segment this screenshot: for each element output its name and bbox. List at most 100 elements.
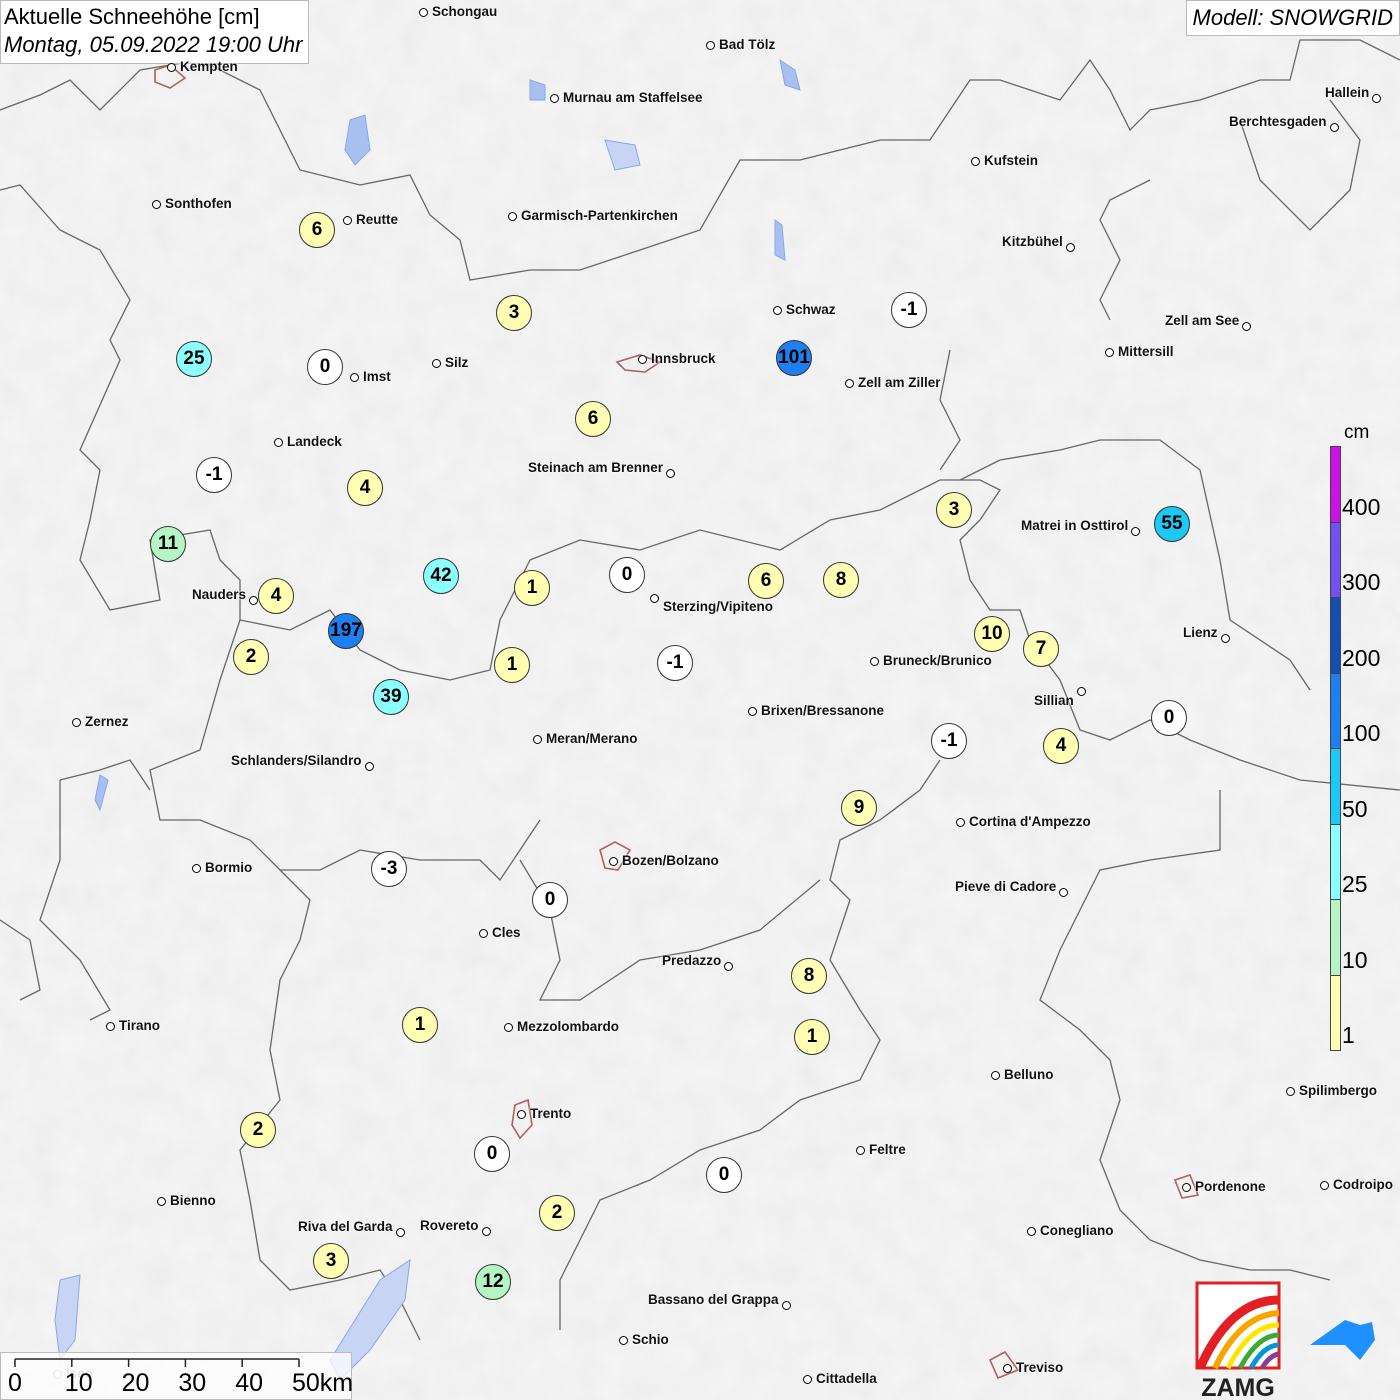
snow-depth-marker[interactable]: 0 (307, 349, 343, 385)
city-label: Garmisch-Partenkirchen (521, 208, 678, 223)
city-label: Kitzbühel (1002, 234, 1063, 249)
city-dot (1182, 1183, 1191, 1192)
city-label: Trento (530, 1106, 572, 1121)
map-title-unit: [cm] (218, 4, 260, 29)
city-dot (249, 596, 258, 605)
city-dot (550, 94, 559, 103)
city-label: Bad Tölz (719, 37, 776, 52)
snow-depth-marker[interactable]: 1 (402, 1007, 438, 1043)
snow-depth-marker[interactable]: 101 (776, 340, 812, 376)
city-label: Schlanders/Silandro (231, 753, 362, 768)
city-dot (343, 216, 352, 225)
city-label: Spilimbergo (1299, 1083, 1378, 1098)
legend-label: 400 (1342, 493, 1381, 520)
snow-depth-marker[interactable]: 42 (423, 558, 459, 594)
city-label: Matrei in Osttirol (1021, 518, 1129, 533)
snow-depth-marker[interactable]: -1 (196, 457, 232, 493)
snow-depth-marker[interactable]: 1 (494, 647, 530, 683)
snow-depth-marker[interactable]: 6 (748, 563, 784, 599)
snow-depth-marker[interactable]: 3 (313, 1243, 349, 1279)
city-label: Sillian (1034, 693, 1074, 708)
legend-label: 1 (1342, 1022, 1355, 1048)
snow-depth-marker[interactable]: 2 (539, 1195, 575, 1231)
map-title-box: Aktuelle Schneehöhe [cm] Montag, 05.09.2… (0, 0, 310, 64)
city-label: Kempten (180, 59, 238, 74)
snow-depth-marker[interactable]: 4 (347, 470, 383, 506)
city-label: Bozen/Bolzano (622, 853, 719, 868)
city-label: Berchtesgaden (1229, 114, 1327, 129)
city-dot (1131, 527, 1140, 536)
city-dot (1320, 1181, 1329, 1190)
legend-bin (1330, 899, 1341, 976)
city-dot (782, 1301, 791, 1310)
city-dot (619, 1336, 628, 1345)
snow-depth-marker[interactable]: 39 (373, 679, 409, 715)
city-label: Riva del Garda (298, 1219, 393, 1234)
scale-label: 10 (64, 1369, 93, 1397)
city-label: Sonthofen (165, 196, 232, 211)
snow-depth-marker[interactable]: 1 (794, 1019, 830, 1055)
snow-depth-marker[interactable]: 1 (514, 570, 550, 606)
city-dot (666, 469, 675, 478)
snow-depth-marker[interactable]: 8 (823, 562, 859, 598)
legend-bin (1330, 748, 1341, 825)
snow-depth-marker[interactable]: 9 (841, 790, 877, 826)
snow-depth-marker[interactable]: 2 (240, 1112, 276, 1148)
city-dot (365, 762, 374, 771)
city-label: Conegliano (1040, 1223, 1114, 1238)
city-dot (638, 355, 647, 364)
snow-depth-marker[interactable]: 4 (1043, 728, 1079, 764)
city-dot (167, 63, 176, 72)
snow-depth-marker[interactable]: -3 (371, 851, 407, 887)
city-label: Steinach am Brenner (528, 460, 664, 475)
snow-depth-marker[interactable]: 0 (706, 1157, 742, 1193)
city-label: Lienz (1183, 625, 1218, 640)
legend-bin (1330, 823, 1341, 900)
city-label: Tirano (119, 1018, 161, 1033)
city-dot (1372, 94, 1381, 103)
snow-depth-marker[interactable]: 0 (609, 557, 645, 593)
snow-depth-marker[interactable]: 0 (474, 1136, 510, 1172)
city-dot (1242, 322, 1251, 331)
city-dot (724, 962, 733, 971)
snow-depth-marker[interactable]: -1 (931, 723, 967, 759)
city-label: Schongau (432, 4, 498, 19)
snow-depth-marker[interactable]: 197 (328, 613, 364, 649)
city-label: Meran/Merano (546, 731, 638, 746)
model-label: Modell: SNOWGRID (1185, 0, 1400, 36)
city-dot (350, 373, 359, 382)
snow-depth-marker[interactable]: 4 (258, 578, 294, 614)
snow-depth-marker[interactable]: 0 (532, 882, 568, 918)
snow-depth-marker[interactable]: 2 (233, 639, 269, 675)
city-dot (1003, 1364, 1012, 1373)
snow-depth-marker[interactable]: 55 (1154, 506, 1190, 542)
snow-depth-marker[interactable]: 25 (176, 341, 212, 377)
city-dot (650, 594, 659, 603)
snow-depth-marker[interactable]: 11 (150, 526, 186, 562)
snow-depth-marker[interactable]: 10 (974, 616, 1010, 652)
snow-depth-marker[interactable]: 0 (1151, 700, 1187, 736)
legend-label: 200 (1342, 644, 1381, 671)
snow-depth-marker[interactable]: -1 (657, 645, 693, 681)
city-dot (1059, 888, 1068, 897)
snow-depth-marker[interactable]: -1 (891, 292, 927, 328)
city-dot (1077, 687, 1086, 696)
city-dot (274, 438, 283, 447)
city-label: Zell am See (1165, 313, 1240, 328)
scale-label: 20 (121, 1369, 150, 1397)
city-label: Kufstein (984, 153, 1038, 168)
snow-depth-marker[interactable]: 8 (791, 958, 827, 994)
legend-bin (1330, 521, 1341, 598)
city-dot (72, 718, 81, 727)
city-label: Cles (492, 925, 521, 940)
snow-depth-marker[interactable]: 6 (299, 212, 335, 248)
scale-label: 40 (235, 1369, 263, 1397)
city-label: Cittadella (816, 1371, 877, 1386)
snow-depth-marker[interactable]: 7 (1023, 631, 1059, 667)
legend-label: 300 (1342, 569, 1381, 595)
snow-depth-marker[interactable]: 3 (496, 295, 532, 331)
snow-depth-marker[interactable]: 3 (936, 492, 972, 528)
city-dot (971, 157, 980, 166)
snow-depth-marker[interactable]: 6 (575, 401, 611, 437)
snow-depth-marker[interactable]: 12 (475, 1264, 511, 1300)
